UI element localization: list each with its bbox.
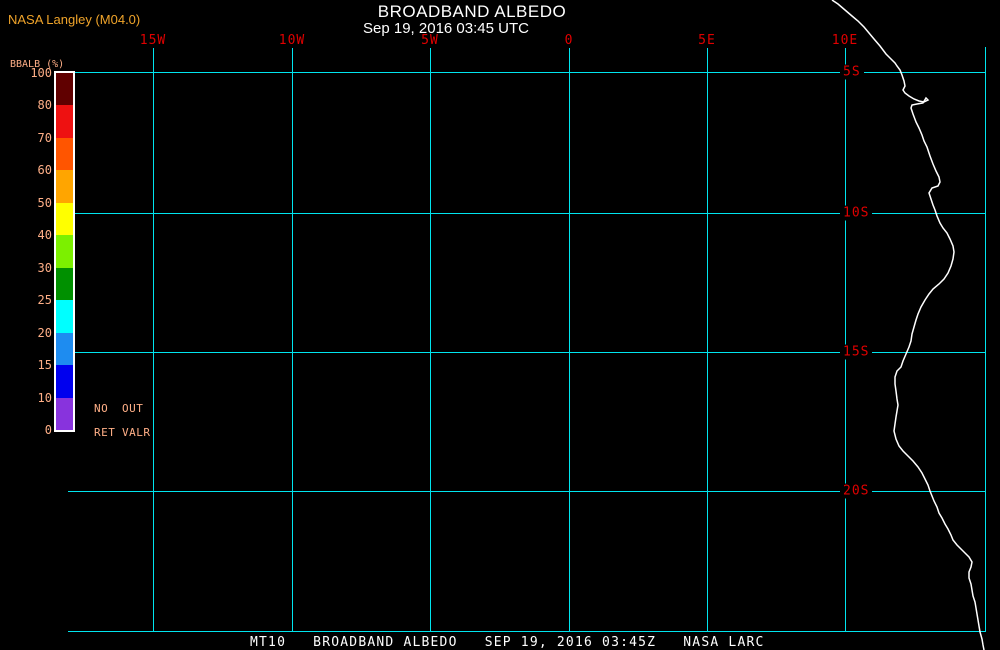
- colorbar-segment: [56, 267, 73, 301]
- colorbar: [54, 71, 75, 432]
- longitude-label: 15W: [137, 33, 169, 48]
- colorbar-tick-label: 0: [44, 423, 52, 437]
- coastline-path: [831, 0, 985, 650]
- flag-out-label: OUT: [122, 402, 144, 415]
- colorbar-tick-label: 15: [37, 358, 52, 373]
- colorbar-tick-label: 40: [37, 228, 52, 243]
- colorbar-tick-label: 70: [37, 130, 52, 145]
- flag-ret-label: RET: [94, 426, 116, 439]
- colorbar-tick-label: 80: [37, 98, 52, 113]
- colorbar-tick-label: 30: [37, 260, 52, 275]
- longitude-label: 0: [562, 33, 576, 48]
- colorbar-tick-label: 50: [37, 195, 52, 210]
- colorbar-segment: [56, 235, 73, 268]
- coastline-map: [831, 0, 985, 650]
- latitude-label: 5S: [840, 64, 864, 80]
- colorbar-segment: [56, 365, 73, 398]
- colorbar-segment: [56, 73, 73, 106]
- longitude-label: 10E: [829, 33, 861, 48]
- latitude-label: 10S: [840, 205, 873, 221]
- flag-no-label: NO: [94, 402, 109, 415]
- colorbar-tick-label: 60: [37, 163, 52, 178]
- colorbar-tick-label: 25: [37, 293, 52, 308]
- latitude-label: 20S: [840, 483, 873, 499]
- colorbar-segment: [56, 202, 73, 236]
- colorbar-segment: [56, 170, 73, 203]
- colorbar-segment: [56, 332, 73, 366]
- flag-valr-label: VALR: [122, 426, 151, 439]
- colorbar-segment: [56, 397, 73, 430]
- colorbar-segment: [56, 105, 73, 138]
- colorbar-segment: [56, 137, 73, 171]
- colorbar-title: BBALB (%): [10, 59, 65, 70]
- latitude-label: 15S: [840, 344, 873, 360]
- colorbar-tick-label: 10: [37, 390, 52, 405]
- status-bar-text: MT10 BROADBAND ALBEDO SEP 19, 2016 03:45…: [250, 635, 765, 650]
- albedo-map-viewer: NASA Langley (M04.0) BROADBAND ALBEDO Se…: [0, 0, 1000, 650]
- colorbar-segment: [56, 300, 73, 333]
- longitude-label: 5W: [419, 33, 441, 48]
- colorbar-tick-label: 20: [37, 325, 52, 340]
- longitude-label: 5E: [696, 33, 718, 48]
- longitude-label: 10W: [276, 33, 308, 48]
